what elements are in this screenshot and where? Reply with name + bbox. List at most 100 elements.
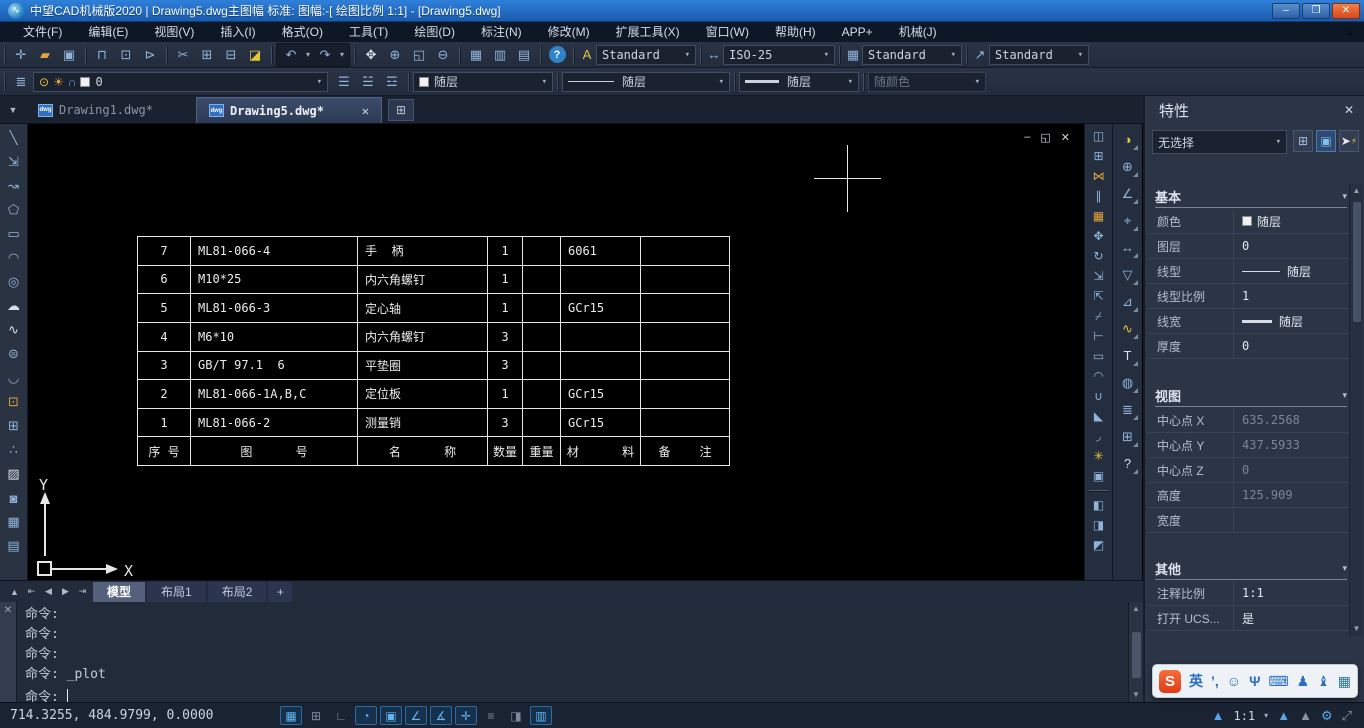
- standard-parts-icon[interactable]: ?: [1116, 450, 1140, 477]
- help-icon[interactable]: ?: [545, 44, 569, 66]
- last-layout-icon[interactable]: ⇥: [74, 584, 91, 600]
- view-create-icon[interactable]: ◑: [1116, 126, 1140, 153]
- offset-icon[interactable]: ∥: [1087, 186, 1111, 206]
- annotation-scale-icon[interactable]: ▲: [1212, 708, 1225, 723]
- sheet-set-icon[interactable]: ▤: [512, 44, 536, 66]
- dim-style-combo[interactable]: ISO-25: [723, 45, 835, 65]
- stretch-icon[interactable]: ⇱: [1087, 286, 1111, 306]
- menu-view[interactable]: 视图(V): [141, 22, 207, 42]
- zoom-window-icon[interactable]: ◱: [407, 44, 431, 66]
- publish-icon[interactable]: ⊳: [138, 44, 162, 66]
- scroll-down-icon[interactable]: ▼: [1132, 688, 1140, 702]
- first-layout-icon[interactable]: ⇤: [23, 584, 40, 600]
- redo-icon[interactable]: ↷: [313, 44, 337, 66]
- polyline-icon[interactable]: ↝: [2, 174, 26, 198]
- menu-mechanical[interactable]: 机械(J): [886, 22, 950, 42]
- scrollbar-thumb[interactable]: [1353, 202, 1361, 322]
- open-icon[interactable]: ▰: [33, 44, 57, 66]
- weld-symbol-icon[interactable]: ∿: [1116, 315, 1140, 342]
- zoom-previous-icon[interactable]: ⊖: [431, 44, 455, 66]
- menu-tools[interactable]: 工具(T): [336, 22, 401, 42]
- select-new-icon[interactable]: ⊞: [1293, 130, 1313, 152]
- line-icon[interactable]: ╲: [2, 126, 26, 150]
- fullscreen-icon[interactable]: ⤢: [1342, 708, 1352, 724]
- rectangle-modify-icon[interactable]: ▭: [1087, 346, 1111, 366]
- menu-app[interactable]: APP+: [829, 22, 886, 42]
- quick-properties-toggle[interactable]: ◨: [505, 706, 527, 725]
- section-view[interactable]: 视图▾: [1155, 385, 1347, 407]
- lineweight-display-toggle[interactable]: ≡: [480, 706, 502, 725]
- selection-combo[interactable]: 无选择: [1152, 130, 1287, 154]
- sogou-logo-icon[interactable]: S: [1159, 670, 1181, 693]
- gear-icon[interactable]: ⚙: [1321, 708, 1333, 724]
- match-properties-icon[interactable]: ◪: [243, 44, 267, 66]
- coordinate-dimension-icon[interactable]: ∠: [1116, 180, 1140, 207]
- menu-window[interactable]: 窗口(W): [693, 22, 762, 42]
- doc-tab-drawing1[interactable]: dwg Drawing1.dwg*: [26, 97, 196, 123]
- prop-layer-value[interactable]: 0: [1233, 234, 1350, 258]
- layer-states-icon[interactable]: ☲: [380, 71, 404, 93]
- plot-preview-icon[interactable]: ⊡: [114, 44, 138, 66]
- fillet-icon[interactable]: ◞: [1087, 426, 1111, 446]
- annotation-scale-value[interactable]: 1:1: [1233, 709, 1255, 723]
- ellipse-arc-icon[interactable]: ◡: [2, 366, 26, 390]
- grid-snap-toggle[interactable]: ⊞: [305, 706, 327, 725]
- prop-linetype-value[interactable]: 随层: [1233, 259, 1350, 283]
- menu-modify[interactable]: 修改(M): [535, 22, 603, 42]
- arc-icon[interactable]: ◠: [2, 246, 26, 270]
- spline-icon[interactable]: ∿: [2, 318, 26, 342]
- surface-finish-icon[interactable]: ▽: [1116, 261, 1140, 288]
- section-view-icon[interactable]: ⊿: [1116, 288, 1140, 315]
- mdi-restore-icon[interactable]: ◱: [1040, 131, 1050, 144]
- tab-model[interactable]: 模型: [93, 582, 145, 602]
- centerline-icon[interactable]: ⌖: [1116, 207, 1140, 234]
- prop-ltscale-value[interactable]: 1: [1233, 284, 1350, 308]
- command-close-icon[interactable]: ✕: [4, 605, 12, 702]
- menu-dimension[interactable]: 标注(N): [468, 22, 535, 42]
- command-history[interactable]: 命令: 命令: 命令: 命令: _plot 命令:: [17, 602, 1128, 702]
- add-layout-button[interactable]: +: [268, 582, 292, 602]
- ortho-toggle[interactable]: ∟: [330, 706, 352, 725]
- point-icon[interactable]: ∴: [2, 438, 26, 462]
- save-icon[interactable]: ▣: [57, 44, 81, 66]
- mirror-icon[interactable]: ⋈: [1087, 166, 1111, 186]
- object-snap-toggle[interactable]: ▣: [380, 706, 402, 725]
- tab-list-dropdown-icon[interactable]: ▼: [0, 105, 26, 123]
- color-combo[interactable]: 随层: [413, 72, 553, 92]
- window-close-button[interactable]: ✕: [1332, 3, 1360, 19]
- annotation-visibility-icon[interactable]: ▲: [1299, 708, 1312, 723]
- zoom-realtime-icon[interactable]: ⊕: [383, 44, 407, 66]
- draw-order-front-icon[interactable]: ◧: [1087, 495, 1111, 515]
- angle-snap-toggle[interactable]: ∠: [405, 706, 427, 725]
- tab-layout2[interactable]: 布局2: [208, 582, 267, 602]
- toolbox-icon[interactable]: ▦: [1338, 673, 1351, 690]
- object-tracking-toggle[interactable]: ∡: [430, 706, 452, 725]
- tab-layout1[interactable]: 布局1: [147, 582, 206, 602]
- toggle-pickadd-icon[interactable]: ➤⚡: [1339, 130, 1359, 152]
- menu-express[interactable]: 扩展工具(X): [603, 22, 693, 42]
- prop-ucs-value[interactable]: 是: [1233, 606, 1350, 630]
- text-style-combo[interactable]: Standard: [596, 45, 696, 65]
- tab-close-icon[interactable]: ✕: [362, 104, 369, 118]
- break-icon[interactable]: ◠: [1087, 366, 1111, 386]
- polygon-icon[interactable]: ⬠: [2, 198, 26, 222]
- scroll-up-icon[interactable]: ▲: [1353, 184, 1361, 198]
- emoji-icon[interactable]: ☺: [1227, 673, 1241, 689]
- dynamic-input-toggle[interactable]: ✛: [455, 706, 477, 725]
- revision-cloud-icon[interactable]: ☁: [2, 294, 26, 318]
- thread-icon[interactable]: ≣: [1116, 396, 1140, 423]
- menu-draw[interactable]: 绘图(D): [401, 22, 468, 42]
- polar-tracking-toggle[interactable]: ◔: [355, 706, 377, 725]
- soft-keyboard-icon[interactable]: ⌨: [1268, 673, 1288, 690]
- scroll-up-icon[interactable]: ▲: [1132, 602, 1140, 616]
- insert-block-icon[interactable]: ⊡: [2, 390, 26, 414]
- menu-help[interactable]: 帮助(H): [762, 22, 829, 42]
- hatch-icon[interactable]: ▨: [2, 462, 26, 486]
- layer-previous-icon[interactable]: ☰: [332, 71, 356, 93]
- doc-tab-drawing5[interactable]: dwg Drawing5.dwg* ✕: [196, 97, 382, 123]
- scroll-down-icon[interactable]: ▼: [1353, 622, 1361, 636]
- new-tab-button[interactable]: ⊞: [388, 99, 414, 121]
- paste-icon[interactable]: ⊟: [219, 44, 243, 66]
- join-icon[interactable]: ∪: [1087, 386, 1111, 406]
- mleader-style-combo[interactable]: Standard: [989, 45, 1089, 65]
